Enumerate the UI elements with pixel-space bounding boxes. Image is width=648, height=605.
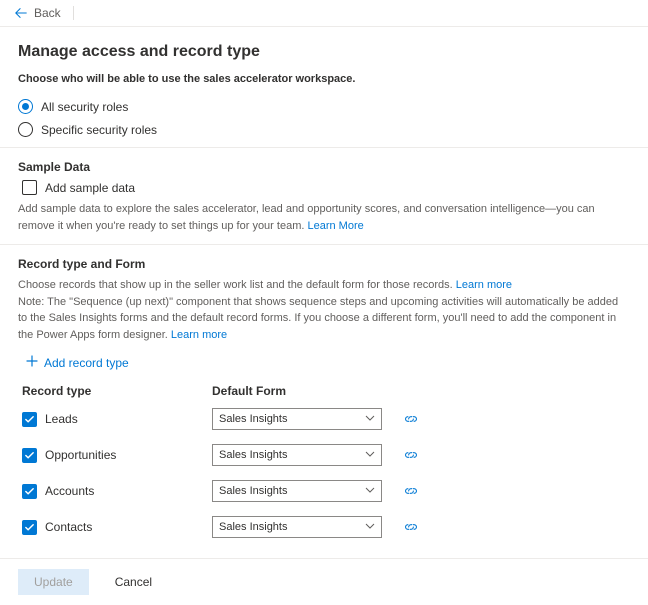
record-form-help-2: Note: The "Sequence (up next)" component… [18, 294, 630, 344]
role-option-specific[interactable]: Specific security roles [18, 122, 630, 137]
checkbox-icon[interactable] [22, 448, 37, 463]
record-type-label: Opportunities [45, 448, 116, 462]
plus-icon [26, 355, 38, 370]
add-record-type-label: Add record type [44, 356, 129, 370]
default-form-select[interactable]: Sales Insights [212, 480, 382, 502]
table-row: Leads Sales Insights [22, 408, 630, 430]
divider [0, 244, 648, 245]
record-type-cell: Opportunities [22, 448, 202, 463]
record-form-help-1: Choose records that show up in the selle… [18, 277, 630, 294]
topbar-divider [73, 6, 74, 20]
record-type-label: Leads [45, 412, 78, 426]
checkbox-icon [22, 180, 37, 195]
record-type-table: Record type Default Form Leads Sales Ins… [22, 384, 630, 538]
checkbox-label: Add sample data [45, 181, 135, 195]
table-row: Accounts Sales Insights [22, 480, 630, 502]
default-form-select[interactable]: Sales Insights [212, 408, 382, 430]
link-icon[interactable] [404, 486, 418, 496]
topbar: Back [0, 0, 648, 27]
content: Manage access and record type Choose who… [0, 27, 648, 558]
chevron-down-icon [365, 449, 375, 462]
radio-icon [18, 99, 33, 114]
radio-icon [18, 122, 33, 137]
learn-more-link[interactable]: Learn more [171, 329, 227, 341]
footer: Update Cancel [0, 558, 648, 605]
record-type-cell: Leads [22, 412, 202, 427]
select-value: Sales Insights [219, 521, 287, 533]
radio-label: Specific security roles [41, 123, 157, 137]
table-row: Opportunities Sales Insights [22, 444, 630, 466]
table-header: Record type Default Form [22, 384, 630, 398]
col-default-form: Default Form [212, 384, 412, 398]
checkbox-icon[interactable] [22, 412, 37, 427]
chevron-down-icon [365, 413, 375, 426]
record-type-label: Contacts [45, 520, 92, 534]
link-icon[interactable] [404, 450, 418, 460]
select-value: Sales Insights [219, 449, 287, 461]
page-title: Manage access and record type [18, 43, 630, 61]
table-row: Contacts Sales Insights [22, 516, 630, 538]
learn-more-link[interactable]: Learn more [456, 279, 512, 291]
select-value: Sales Insights [219, 413, 287, 425]
learn-more-link[interactable]: Learn More [307, 220, 363, 232]
link-icon[interactable] [404, 522, 418, 532]
divider [0, 147, 648, 148]
default-form-select[interactable]: Sales Insights [212, 516, 382, 538]
add-sample-data-row[interactable]: Add sample data [22, 180, 630, 195]
record-form-title: Record type and Form [18, 257, 630, 271]
default-form-select[interactable]: Sales Insights [212, 444, 382, 466]
back-label[interactable]: Back [34, 6, 61, 20]
back-arrow-icon[interactable] [14, 6, 28, 20]
page-subtitle: Choose who will be able to use the sales… [18, 73, 630, 85]
checkbox-icon[interactable] [22, 520, 37, 535]
add-record-type-button[interactable]: Add record type [26, 355, 630, 370]
select-value: Sales Insights [219, 485, 287, 497]
radio-label: All security roles [41, 100, 128, 114]
chevron-down-icon [365, 485, 375, 498]
link-icon[interactable] [404, 414, 418, 424]
sample-data-help: Add sample data to explore the sales acc… [18, 201, 630, 234]
record-type-cell: Contacts [22, 520, 202, 535]
sample-data-title: Sample Data [18, 160, 630, 174]
cancel-button[interactable]: Cancel [99, 569, 168, 595]
role-option-all[interactable]: All security roles [18, 99, 630, 114]
update-button: Update [18, 569, 89, 595]
checkbox-icon[interactable] [22, 484, 37, 499]
record-type-label: Accounts [45, 484, 94, 498]
col-record-type: Record type [22, 384, 202, 398]
record-type-cell: Accounts [22, 484, 202, 499]
chevron-down-icon [365, 521, 375, 534]
